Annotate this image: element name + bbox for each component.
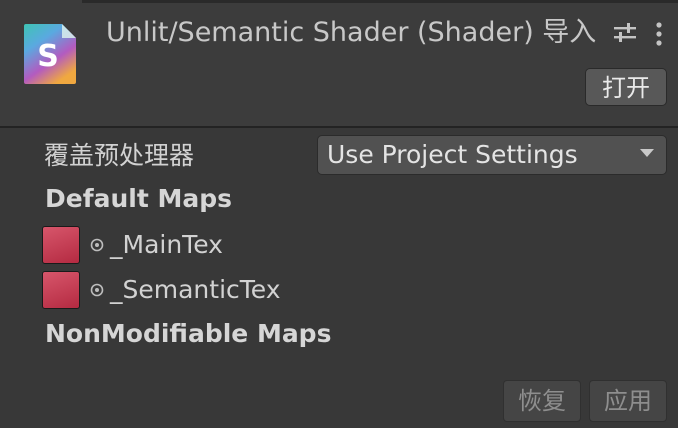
nonmodifiable-maps-heading: NonModifiable Maps (45, 319, 332, 348)
texture-swatch[interactable] (42, 271, 80, 309)
apply-button[interactable]: 应用 (589, 380, 667, 422)
texture-swatch[interactable] (42, 226, 80, 264)
header-top-edge (82, 0, 678, 3)
preprocessor-dropdown[interactable]: Use Project Settings (317, 135, 667, 175)
override-preprocessor-label: 覆盖预处理器 (44, 141, 195, 170)
preprocessor-dropdown-value: Use Project Settings (327, 140, 578, 169)
map-name-semantictex: _SemanticTex (110, 275, 281, 304)
default-maps-heading: Default Maps (45, 184, 232, 213)
open-button[interactable]: 打开 (585, 68, 667, 106)
map-name-maintex: _MainTex (110, 230, 223, 259)
more-options-icon[interactable] (650, 20, 668, 48)
dropdown-arrow-icon (640, 149, 654, 157)
header-divider (0, 126, 678, 128)
shader-icon-letter: S (37, 39, 59, 74)
object-picker-icon[interactable] (90, 238, 104, 252)
page-title: Unlit/Semantic Shader (Shader) 导入 (106, 17, 597, 48)
map-row-maintex: _MainTex (42, 226, 292, 266)
object-picker-icon[interactable] (90, 283, 104, 297)
revert-button[interactable]: 恢复 (503, 380, 581, 422)
map-row-semantictex: _SemanticTex (42, 271, 332, 311)
shader-file-icon: S (24, 24, 76, 84)
preset-settings-icon[interactable] (612, 20, 638, 46)
